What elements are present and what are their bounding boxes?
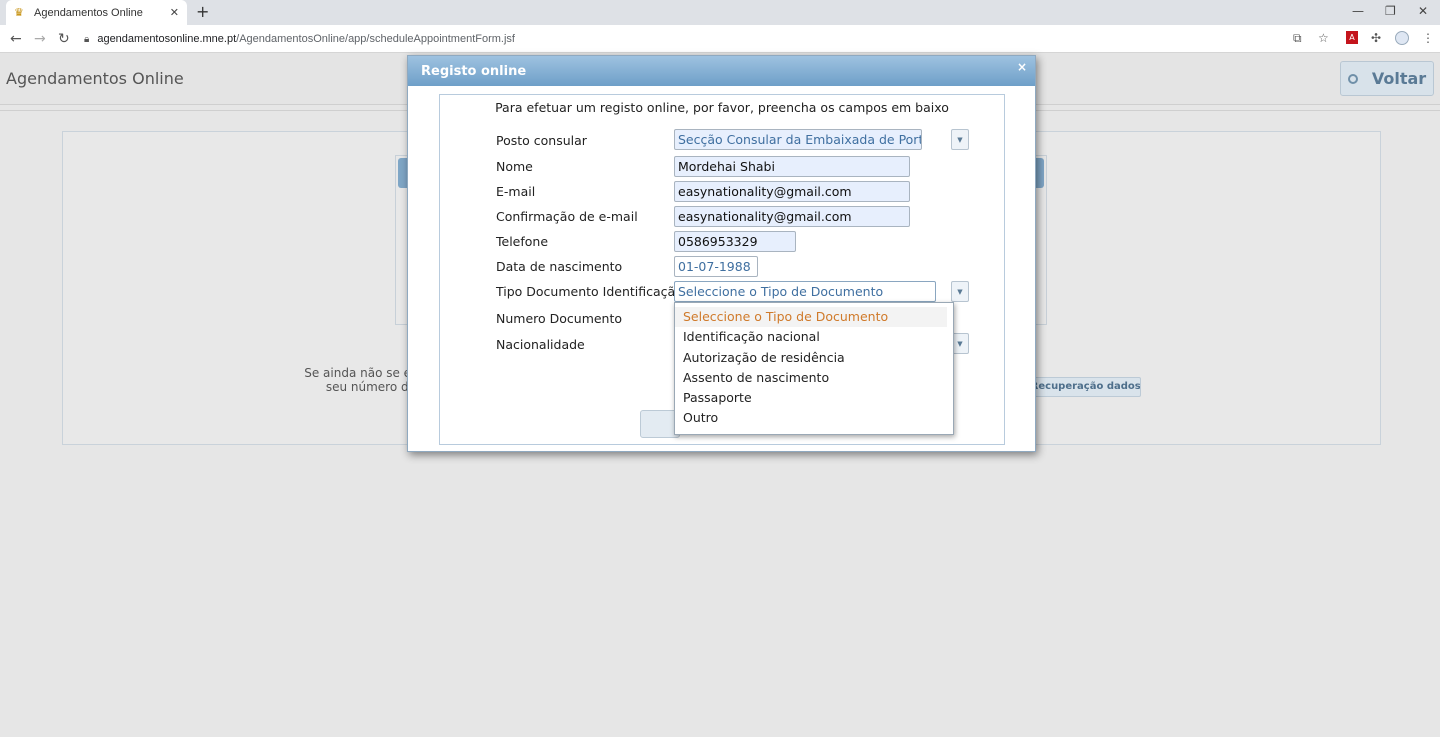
crown-favicon-icon: ♛ [14, 5, 24, 19]
dropdown-option[interactable]: Seleccione o Tipo de Documento [675, 307, 947, 328]
voltar-button[interactable]: Voltar [1340, 61, 1434, 96]
dropdown-option[interactable]: Passaporte [675, 388, 953, 408]
url-path: /AgendamentosOnline/app/scheduleAppointm… [236, 33, 515, 45]
dropdown-option[interactable]: Identificação nacional [675, 327, 953, 347]
address-bar[interactable]: 🔒︎ agendamentosonline.mne.pt/Agendamento… [84, 28, 1344, 50]
tipo-doc-label: Tipo Documento Identificação [496, 284, 683, 299]
url-text: agendamentosonline.mne.pt/AgendamentosOn… [97, 33, 515, 45]
posto-select[interactable]: Secção Consular da Embaixada de Portugal [674, 129, 922, 150]
menu-icon[interactable]: ⋮ [1422, 31, 1434, 45]
dialog-title: Registo online [421, 64, 527, 79]
circle-back-icon [1347, 73, 1358, 84]
nascimento-input[interactable] [674, 256, 758, 277]
url-host: agendamentosonline.mne.pt [97, 33, 237, 45]
pdf-icon[interactable]: A [1346, 31, 1358, 44]
forward-icon[interactable]: → [34, 30, 46, 48]
dropdown-option[interactable]: Assento de nascimento [675, 368, 953, 388]
window-close-icon[interactable]: ✕ [1418, 4, 1428, 18]
telefone-input[interactable] [674, 231, 796, 252]
dialog-close-icon[interactable]: × [1017, 60, 1027, 74]
tab-title: Agendamentos Online [34, 6, 143, 19]
browser-toolbar: ← → ↻ 🔒︎ agendamentosonline.mne.pt/Agend… [0, 25, 1440, 53]
browser-tab[interactable]: ♛ Agendamentos Online ✕ [6, 0, 187, 25]
email-label: E-mail [496, 184, 536, 199]
minimize-icon[interactable]: — [1352, 4, 1364, 18]
email-input[interactable] [674, 181, 910, 202]
recovery-button[interactable]: /Recuperação dados [1020, 377, 1141, 397]
tipo-doc-select[interactable]: Seleccione o Tipo de Documento [674, 281, 936, 302]
star-icon[interactable]: ☆ [1318, 31, 1329, 45]
nacionalidade-label: Nacionalidade [496, 337, 585, 352]
numero-doc-label: Numero Documento [496, 311, 623, 326]
telefone-label: Telefone [496, 234, 549, 249]
reload-icon[interactable]: ↻ [58, 30, 70, 48]
nascimento-label: Data de nascimento [496, 259, 623, 274]
lock-icon: 🔒︎ [84, 33, 90, 45]
dropdown-option[interactable]: Autorização de residência [675, 348, 953, 368]
hint-line-2: seu número de [325, 380, 416, 394]
email-confirm-input[interactable] [674, 206, 910, 227]
app-title: Agendamentos Online [6, 69, 184, 88]
posto-label: Posto consular [496, 133, 587, 148]
nome-input[interactable] [674, 156, 910, 177]
email-confirm-label: Confirmação de e-mail [496, 209, 638, 224]
dropdown-option[interactable]: Outro [675, 408, 953, 428]
tipo-doc-chevron-down-icon[interactable]: ▼ [951, 281, 969, 302]
posto-chevron-down-icon[interactable]: ▼ [951, 129, 969, 150]
form-intro: Para efetuar um registo online, por favo… [495, 100, 949, 115]
tab-close-icon[interactable]: ✕ [170, 6, 179, 19]
hint-line-1: Se ainda não se er [304, 366, 416, 380]
dialog-header: Registo online × [408, 56, 1035, 86]
voltar-label: Voltar [1371, 69, 1427, 88]
restore-icon[interactable]: ❐ [1385, 4, 1396, 18]
registration-hint: Se ainda não se er seu número de [296, 366, 416, 394]
back-icon[interactable]: ← [10, 30, 22, 48]
browser-tabstrip: ♛ Agendamentos Online ✕ + — ❐ ✕ [0, 0, 1440, 25]
translate-icon[interactable]: ⧉ [1293, 31, 1302, 45]
extensions-icon[interactable]: ✣ [1371, 31, 1381, 45]
nome-label: Nome [496, 159, 533, 174]
tipo-doc-dropdown: Seleccione o Tipo de Documento Identific… [674, 302, 954, 435]
profile-icon[interactable] [1395, 31, 1409, 45]
new-tab-button[interactable]: + [196, 3, 209, 21]
